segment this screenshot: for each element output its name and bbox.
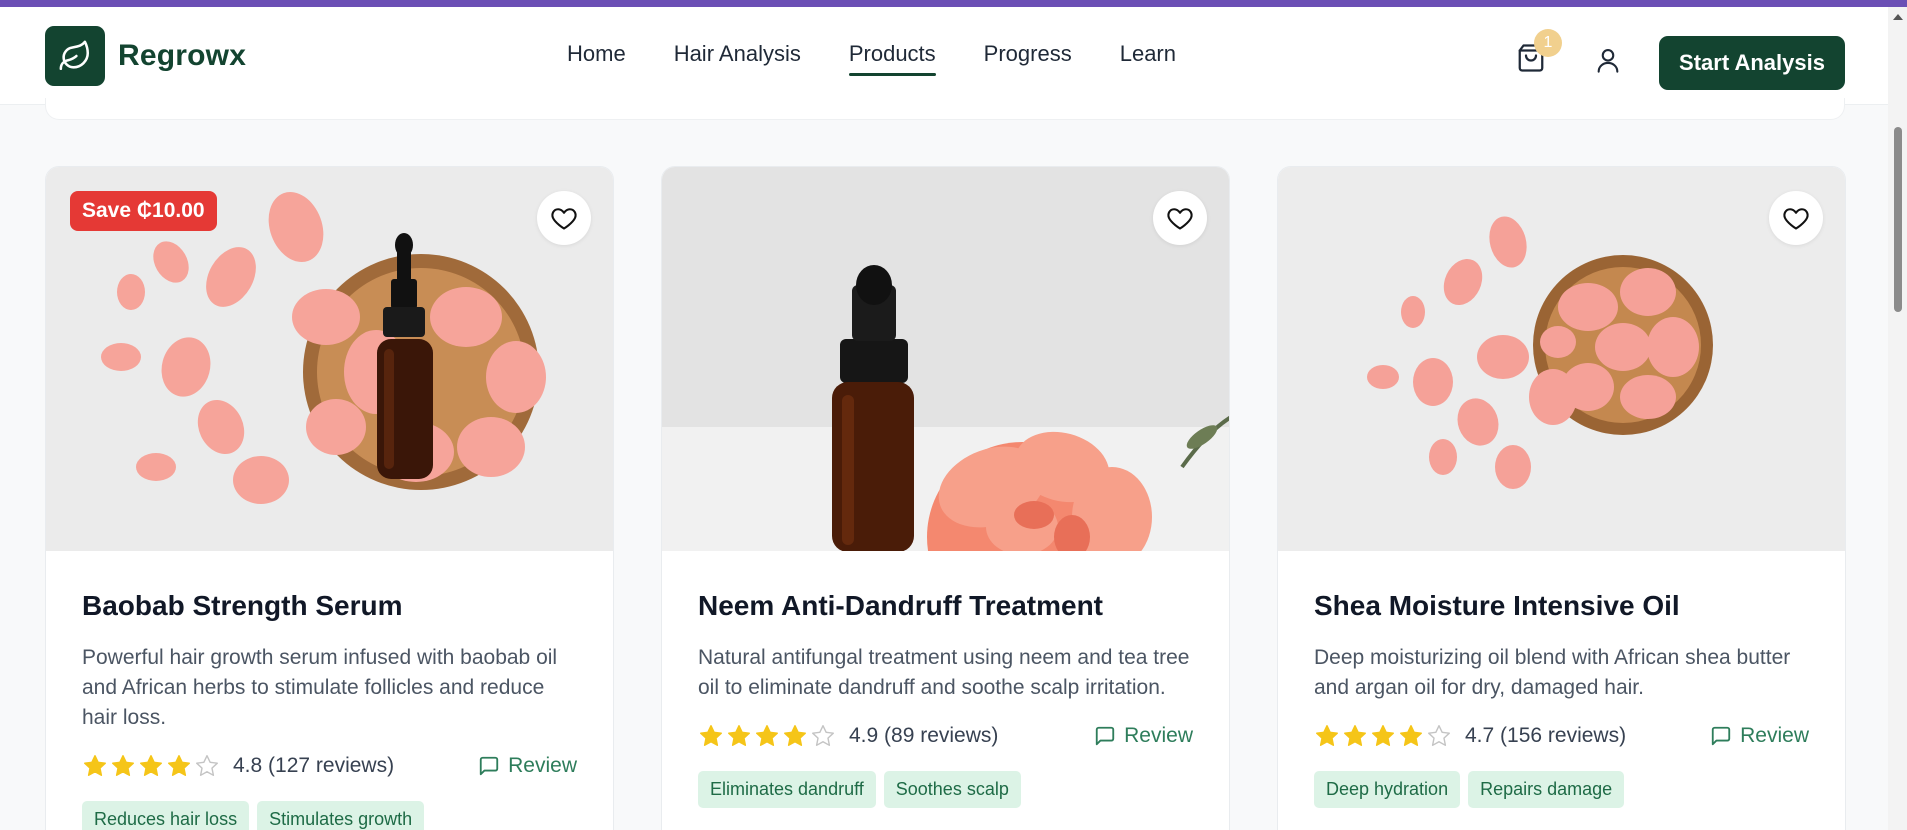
leaf-icon [45, 26, 105, 86]
rating-text: 4.8 (127 reviews) [233, 754, 395, 777]
review-label: Review [1124, 724, 1193, 747]
product-description: Powerful hair growth serum infused with … [82, 646, 558, 729]
star-rating [1314, 723, 1452, 749]
heart-icon [1783, 208, 1809, 230]
favorite-button[interactable] [537, 191, 591, 245]
brand-name: Regrowx [118, 39, 247, 72]
rating-row: 4.7 (156 reviews) Review [1314, 721, 1809, 751]
start-analysis-button[interactable]: Start Analysis [1659, 36, 1845, 90]
star-filled-icon [700, 725, 722, 747]
brand-logo[interactable]: Regrowx [45, 26, 246, 86]
star-filled-icon [168, 755, 190, 777]
review-button[interactable]: Review [1710, 724, 1809, 748]
message-square-icon [1711, 726, 1731, 746]
review-label: Review [1740, 724, 1809, 747]
review-label: Review [508, 754, 577, 777]
benefit-tag: Repairs damage [1468, 771, 1625, 808]
scroll-thumb[interactable] [1894, 127, 1902, 312]
account-button[interactable] [1591, 43, 1625, 77]
benefit-tags: Reduces hair loss Stimulates growth [82, 801, 577, 830]
review-button[interactable]: Review [1094, 724, 1193, 748]
benefit-tags: Eliminates dandruff Soothes scalp [698, 771, 1193, 808]
navbar: Regrowx Home Hair Analysis Products Prog… [0, 7, 1888, 105]
product-card[interactable]: Save ₵10.00 Baobab Strength Serum Powerf… [45, 166, 614, 830]
cart-count-badge: 1 [1534, 29, 1562, 57]
star-filled-icon [112, 755, 134, 777]
star-rating [82, 753, 220, 779]
heart-icon [1167, 208, 1193, 230]
nav-hair-analysis[interactable]: Hair Analysis [674, 41, 801, 73]
star-rating [698, 723, 836, 749]
star-empty-icon [1428, 725, 1450, 747]
benefit-tag: Eliminates dandruff [698, 771, 876, 808]
user-icon [1597, 49, 1619, 73]
product-title[interactable]: Neem Anti-Dandruff Treatment [698, 589, 1193, 623]
star-filled-icon [1344, 725, 1366, 747]
rating-row: 4.9 (89 reviews) Review [698, 721, 1193, 751]
nav-learn[interactable]: Learn [1120, 41, 1176, 73]
benefit-tag: Reduces hair loss [82, 801, 250, 830]
star-filled-icon [140, 755, 162, 777]
benefit-tags: Deep hydration Repairs damage [1314, 771, 1809, 808]
star-filled-icon [1372, 725, 1394, 747]
star-filled-icon [1400, 725, 1422, 747]
benefit-tag: Stimulates growth [257, 801, 425, 830]
product-description: Deep moisturizing oil blend with African… [1314, 646, 1791, 699]
top-accent-bar [0, 0, 1907, 7]
product-image: Save ₵10.00 [46, 167, 613, 551]
star-filled-icon [84, 755, 106, 777]
rating-row: 4.8 (127 reviews) Review [82, 751, 577, 781]
star-filled-icon [728, 725, 750, 747]
star-filled-icon [1316, 725, 1338, 747]
cart-button[interactable]: 1 [1513, 29, 1562, 76]
rating-text: 4.7 (156 reviews) [1465, 724, 1627, 747]
favorite-button[interactable] [1153, 191, 1207, 245]
rating-text: 4.9 (89 reviews) [849, 724, 999, 747]
scroll-up-arrow[interactable] [1893, 14, 1903, 20]
benefit-tag: Soothes scalp [883, 771, 1021, 808]
message-square-icon [1095, 726, 1115, 746]
product-card[interactable]: Neem Anti-Dandruff Treatment Natural ant… [661, 166, 1230, 830]
product-image [662, 167, 1229, 551]
previous-section-panel [45, 98, 1845, 120]
message-square-icon [479, 756, 499, 776]
star-empty-icon [812, 725, 834, 747]
heart-icon [551, 208, 577, 230]
nav-progress[interactable]: Progress [984, 41, 1072, 73]
save-badge: Save ₵10.00 [70, 191, 217, 231]
product-card[interactable]: Shea Moisture Intensive Oil Deep moistur… [1277, 166, 1846, 830]
nav-products[interactable]: Products [848, 41, 936, 76]
benefit-tag: Deep hydration [1314, 771, 1461, 808]
star-filled-icon [756, 725, 778, 747]
star-filled-icon [784, 725, 806, 747]
page-scrollbar[interactable] [1888, 7, 1907, 830]
favorite-button[interactable] [1769, 191, 1823, 245]
product-image [1278, 167, 1845, 551]
product-description: Natural antifungal treatment using neem … [698, 646, 1190, 699]
main-nav: Home Hair Analysis Products Progress Lea… [567, 41, 1176, 76]
star-empty-icon [196, 755, 218, 777]
nav-home[interactable]: Home [567, 41, 626, 73]
review-button[interactable]: Review [478, 754, 577, 778]
product-title[interactable]: Shea Moisture Intensive Oil [1314, 589, 1809, 623]
product-title[interactable]: Baobab Strength Serum [82, 589, 577, 623]
